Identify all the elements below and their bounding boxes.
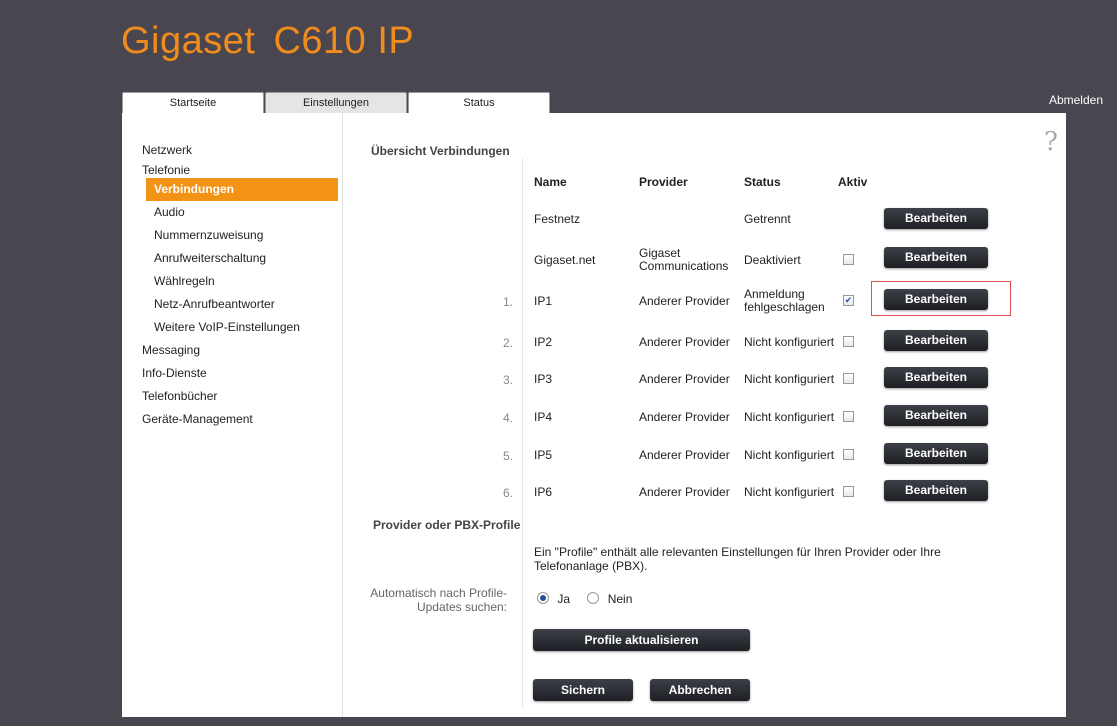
cancel-button[interactable]: Abbrechen — [650, 679, 750, 701]
profiles-description: Ein "Profile" enthält alle relevanten Ei… — [534, 545, 941, 573]
col-header-aktiv: Aktiv — [838, 175, 868, 189]
row-status: Nicht konfiguriert — [744, 372, 835, 386]
radio-ja[interactable] — [537, 592, 549, 604]
sidebar-item-messaging[interactable]: Messaging — [122, 339, 342, 362]
row-status: Nicht konfiguriert — [744, 448, 835, 462]
active-checkbox-ip4[interactable] — [843, 411, 854, 422]
row-provider: Anderer Provider — [639, 294, 730, 308]
sidebar-item-telefonbuecher[interactable]: Telefonbücher — [122, 385, 342, 408]
row-provider: Anderer Provider — [639, 448, 730, 462]
sidebar-item-nummernzuweisung[interactable]: Nummernzuweisung — [122, 224, 342, 247]
row-name: Gigaset.net — [534, 253, 596, 267]
edit-button-ip2[interactable]: Bearbeiten — [884, 330, 988, 351]
auto-update-label: Automatisch nach Profile-Updates suchen: — [370, 586, 507, 614]
brand-model: C610 IP — [273, 20, 415, 62]
sidebar-item-waehlregeln[interactable]: Wählregeln — [122, 270, 342, 293]
row-name: IP4 — [534, 410, 553, 424]
row-status: Getrennt — [744, 212, 791, 226]
row-name: IP6 — [534, 485, 553, 499]
active-checkbox-ip1[interactable]: ✔ — [843, 295, 854, 306]
row-status: Deaktiviert — [744, 253, 801, 267]
sidebar: Netzwerk Telefonie Verbindungen Audio Nu… — [122, 113, 343, 717]
save-button[interactable]: Sichern — [533, 679, 633, 701]
edit-button-ip4[interactable]: Bearbeiten — [884, 405, 988, 426]
sidebar-item-info-dienste[interactable]: Info-Dienste — [122, 362, 342, 385]
brand-logo: Gigaset C610 IP — [121, 20, 414, 63]
sidebar-nav: Netzwerk Telefonie Verbindungen Audio Nu… — [122, 139, 342, 431]
radio-nein-label: Nein — [607, 592, 633, 606]
row-name: IP1 — [534, 294, 553, 308]
help-icon[interactable]: ? — [1044, 127, 1058, 157]
section-title-profiles: Provider oder PBX-Profile — [373, 518, 521, 532]
row-number: 3. — [502, 373, 513, 387]
tab-startseite[interactable]: Startseite — [122, 92, 264, 113]
divider — [522, 528, 523, 708]
edit-button-ip3[interactable]: Bearbeiten — [884, 367, 988, 388]
edit-button-ip5[interactable]: Bearbeiten — [884, 443, 988, 464]
active-checkbox-gigaset-net[interactable] — [843, 254, 854, 265]
sidebar-item-telefonie[interactable]: Telefonie — [122, 162, 342, 178]
tab-einstellungen[interactable]: Einstellungen — [265, 92, 407, 113]
row-number: 1. — [502, 295, 513, 309]
row-name: IP5 — [534, 448, 553, 462]
active-checkbox-ip5[interactable] — [843, 449, 854, 460]
active-checkbox-ip3[interactable] — [843, 373, 854, 384]
row-status: Nicht konfiguriert — [744, 485, 835, 499]
sidebar-item-audio[interactable]: Audio — [122, 201, 342, 224]
sidebar-item-netz-anrufbeantworter[interactable]: Netz-Anrufbeantworter — [122, 293, 342, 316]
tab-status[interactable]: Status — [408, 92, 550, 113]
sidebar-item-verbindungen[interactable]: Verbindungen — [146, 178, 338, 201]
row-status: Nicht konfiguriert — [744, 410, 835, 424]
row-status: Nicht konfiguriert — [744, 335, 835, 349]
sidebar-item-geraete-management[interactable]: Geräte-Management — [122, 408, 342, 431]
section-title-connections: Übersicht Verbindungen — [371, 144, 510, 158]
edit-button-gigaset-net[interactable]: Bearbeiten — [884, 247, 988, 268]
row-number: 6. — [502, 486, 513, 500]
highlight-box — [871, 281, 1011, 316]
active-checkbox-ip2[interactable] — [843, 336, 854, 347]
row-provider: Gigaset Communications — [639, 246, 729, 273]
radio-ja-label: Ja — [557, 592, 571, 606]
logout-link[interactable]: Abmelden — [1049, 93, 1103, 107]
content-area: ? Übersicht Verbindungen Name Provider S… — [343, 113, 1066, 717]
row-provider: Anderer Provider — [639, 410, 730, 424]
col-header-provider: Provider — [639, 175, 688, 189]
auto-update-radio-group: Ja Nein — [537, 592, 632, 606]
active-checkbox-ip6[interactable] — [843, 486, 854, 497]
row-name: Festnetz — [534, 212, 581, 226]
row-provider: Anderer Provider — [639, 485, 730, 499]
divider — [522, 158, 523, 563]
row-name: IP3 — [534, 372, 553, 386]
row-number: 5. — [502, 449, 513, 463]
row-provider: Anderer Provider — [639, 335, 730, 349]
sidebar-item-voip-einstellungen[interactable]: Weitere VoIP-Einstellungen — [122, 316, 342, 339]
sidebar-item-anrufweiterschaltung[interactable]: Anrufweiterschaltung — [122, 247, 342, 270]
radio-nein[interactable] — [587, 592, 600, 604]
row-name: IP2 — [534, 335, 553, 349]
row-number: 2. — [502, 336, 513, 350]
row-status: Anmeldung fehlgeschlagen — [744, 287, 825, 314]
edit-button-ip6[interactable]: Bearbeiten — [884, 480, 988, 501]
col-header-name: Name — [534, 175, 567, 189]
sidebar-item-netzwerk[interactable]: Netzwerk — [122, 139, 342, 162]
row-provider: Anderer Provider — [639, 372, 730, 386]
edit-button-festnetz[interactable]: Bearbeiten — [884, 208, 988, 229]
col-header-status: Status — [744, 175, 781, 189]
profile-update-button[interactable]: Profile aktualisieren — [533, 629, 750, 651]
brand-name: Gigaset — [121, 20, 256, 62]
row-number: 4. — [502, 411, 513, 425]
